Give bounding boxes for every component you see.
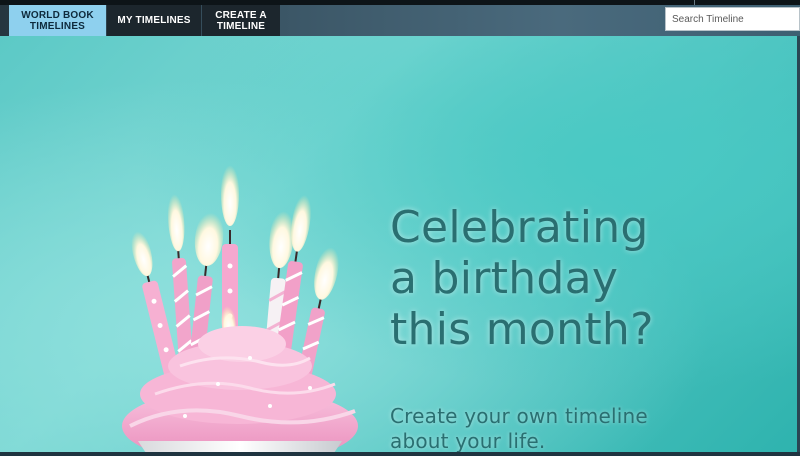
tab-label-line2: TIMELINES bbox=[29, 20, 86, 32]
hero-subline: Create your own timeline about your life… bbox=[390, 404, 720, 454]
tab-label-line2: TIMELINE bbox=[216, 20, 266, 32]
tab-label-line1: WORLD BOOK bbox=[21, 9, 94, 21]
tab-world-book-timelines[interactable]: WORLD BOOK TIMELINES bbox=[9, 5, 106, 42]
headline-line3: this month? bbox=[390, 304, 654, 355]
tab-my-timelines[interactable]: MY TIMELINES bbox=[107, 5, 201, 36]
subline-line2: about your life. bbox=[390, 429, 546, 453]
headline-line1: Celebrating bbox=[390, 202, 649, 253]
tab-label-line1: MY TIMELINES bbox=[117, 15, 191, 26]
hero-banner[interactable]: Celebrating a birthday this month? Creat… bbox=[0, 36, 800, 456]
search-input[interactable] bbox=[665, 7, 800, 31]
hero-bottom-border bbox=[0, 452, 800, 456]
tab-label-line1: CREATE A bbox=[215, 9, 267, 21]
tab-create-a-timeline[interactable]: CREATE A TIMELINE bbox=[202, 5, 280, 36]
birthday-cupcake-image bbox=[122, 162, 358, 456]
hero-headline: Celebrating a birthday this month? bbox=[390, 202, 720, 355]
headline-line2: a birthday bbox=[390, 253, 619, 304]
subline-line1: Create your own timeline bbox=[390, 404, 648, 428]
